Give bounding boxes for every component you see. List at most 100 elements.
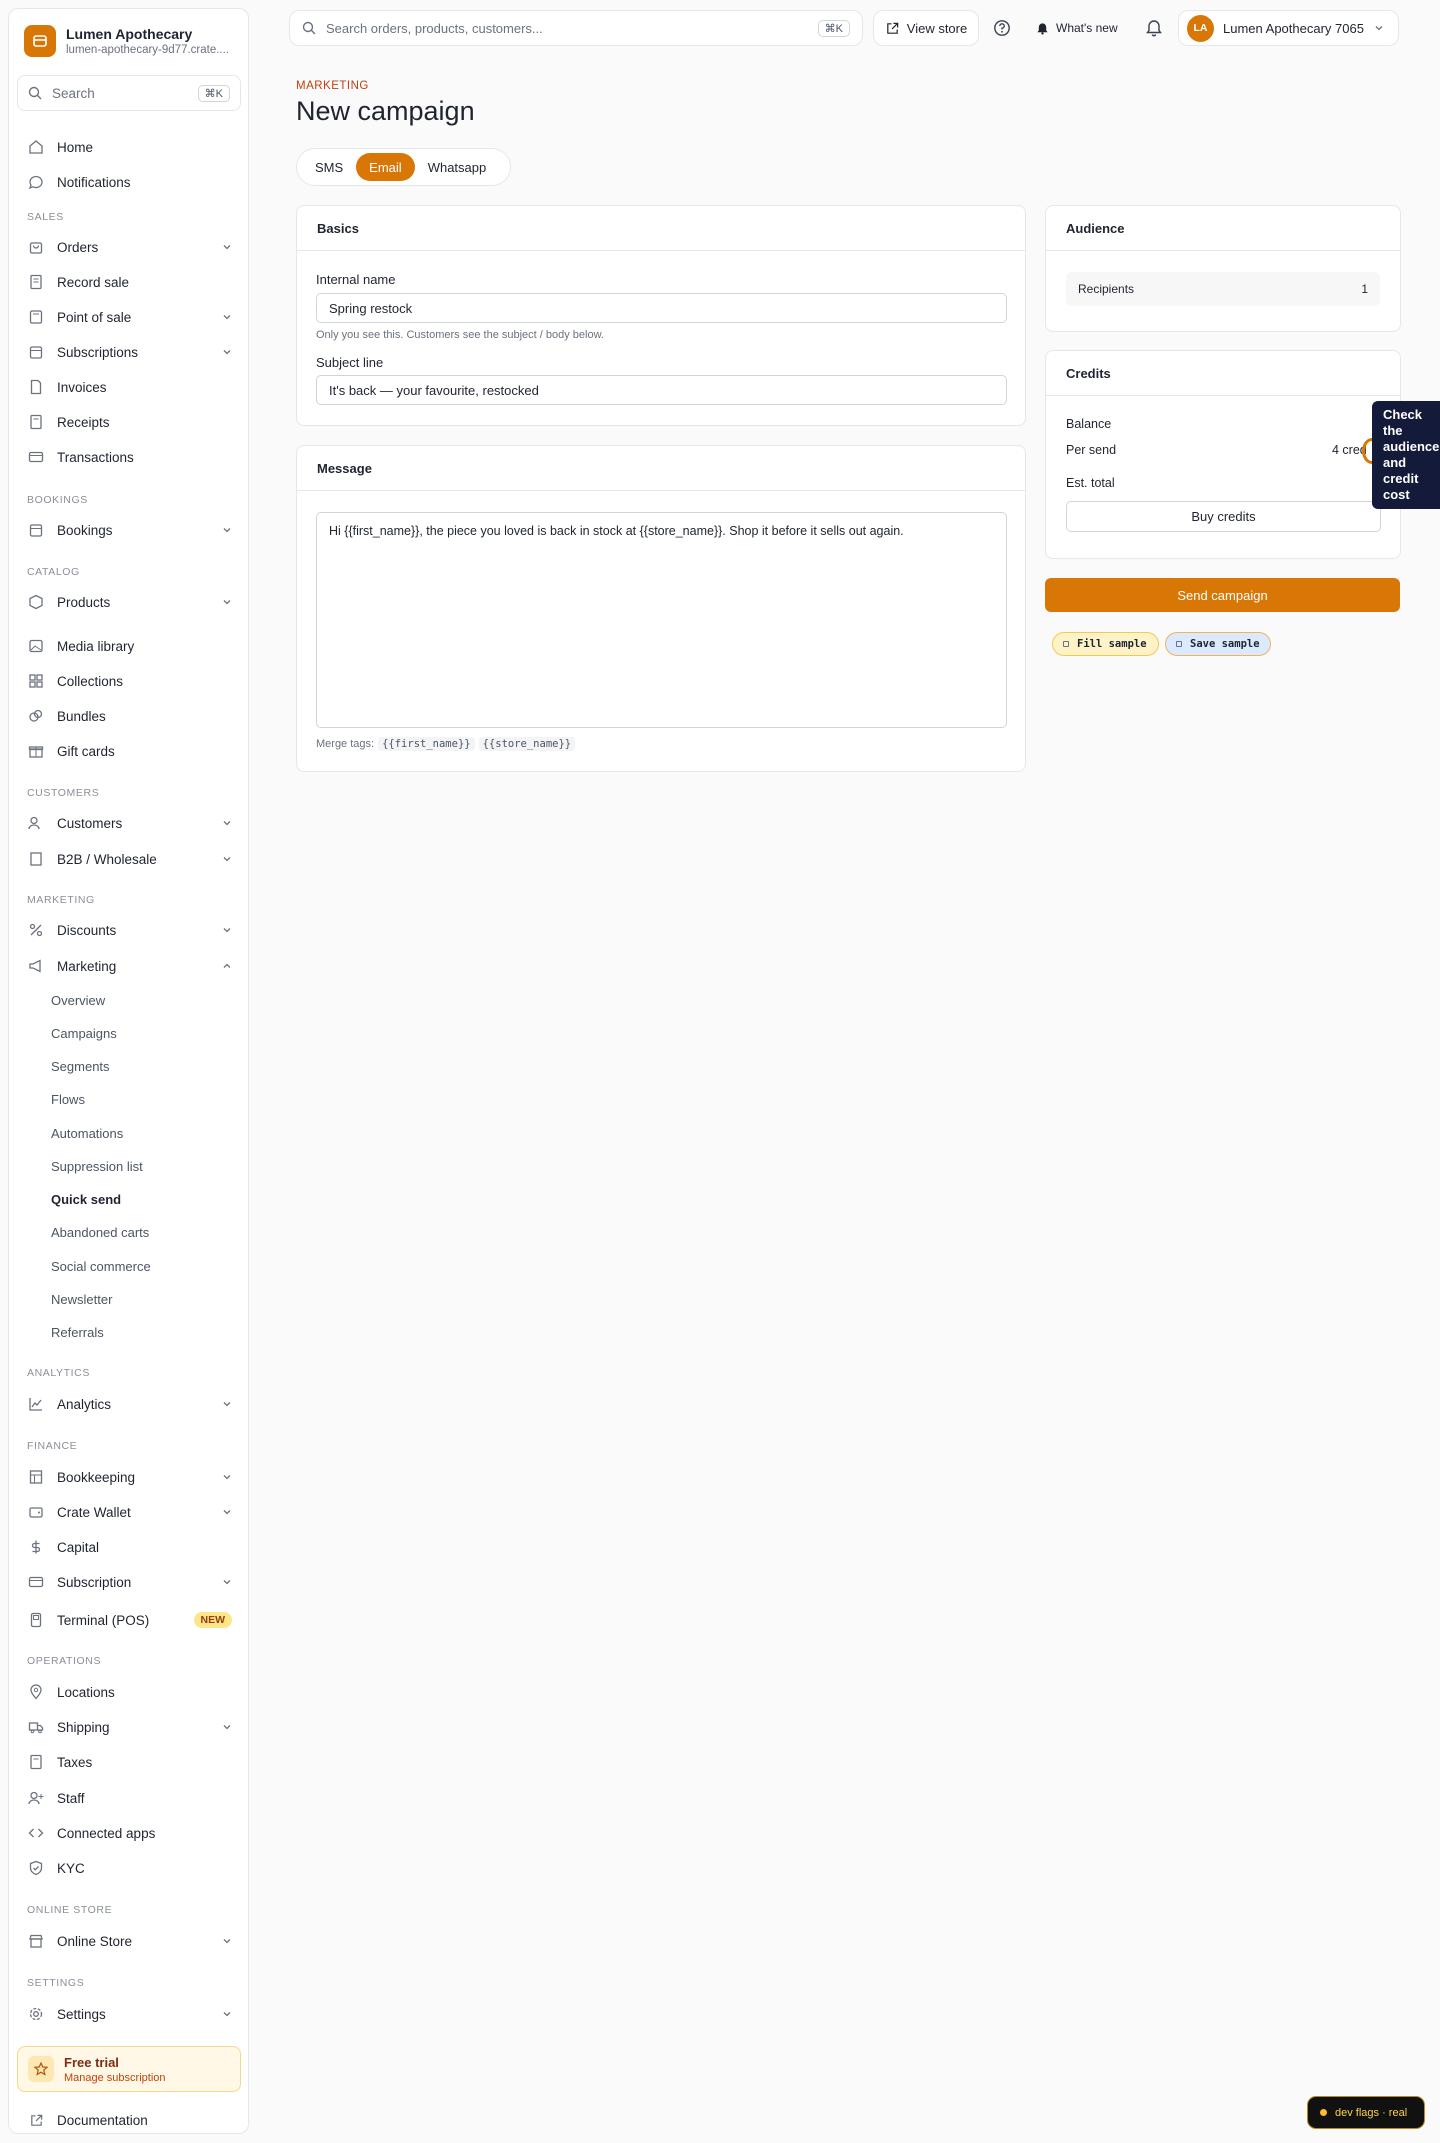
- sidebar-item-label: Terminal (POS): [57, 1612, 150, 1628]
- sidebar-item-receipts[interactable]: Receipts: [9, 406, 250, 438]
- global-search-input[interactable]: Search orders, products, customers... ⌘K: [289, 10, 863, 46]
- sidebar-subitem-campaigns[interactable]: Campaigns: [51, 1026, 117, 1041]
- balance-label: Balance: [1066, 417, 1112, 431]
- internal-name-label: Internal name: [316, 272, 396, 287]
- sidebar-item-label: B2B / Wholesale: [57, 851, 157, 867]
- sidebar-subitem-automations[interactable]: Automations: [51, 1126, 123, 1141]
- merge-tag-store-name[interactable]: {{store_name}}: [478, 737, 576, 751]
- sidebar-subitem-segments[interactable]: Segments: [51, 1059, 110, 1074]
- sidebar-item-documentation[interactable]: Documentation: [9, 2104, 250, 2136]
- sidebar-item-notifications[interactable]: Notifications: [9, 166, 250, 198]
- message-body-textarea[interactable]: Hi {{first_name}}, the piece you loved i…: [316, 512, 1007, 728]
- whats-new-button[interactable]: What's new: [1036, 10, 1118, 46]
- sidebar-item-terminal-pos[interactable]: Terminal (POS) NEW: [9, 1604, 250, 1636]
- chevron-down-icon: [222, 523, 232, 538]
- credit-card-icon: [27, 448, 45, 466]
- sidebar-item-point-of-sale[interactable]: Point of sale: [9, 301, 250, 333]
- sidebar-item-bookings[interactable]: Bookings: [9, 514, 250, 546]
- fill-sample-button[interactable]: Fill sample: [1052, 632, 1159, 656]
- sidebar-item-kyc[interactable]: KYC: [9, 1852, 250, 1884]
- account-menu[interactable]: LA Lumen Apothecary 7065: [1178, 10, 1399, 46]
- chevron-down-icon: [222, 852, 232, 867]
- view-store-button[interactable]: View store: [873, 10, 979, 46]
- bell-filled-icon: [1037, 22, 1048, 35]
- sidebar-item-marketing[interactable]: Marketing: [9, 950, 250, 982]
- sidebar-item-label: Bookkeeping: [57, 1469, 136, 1485]
- tab-sms[interactable]: SMS: [302, 153, 356, 181]
- sidebar-item-shipping[interactable]: Shipping: [9, 1711, 250, 1743]
- sidebar-item-transactions[interactable]: Transactions: [9, 441, 250, 473]
- sidebar-item-media-library[interactable]: Media library: [9, 630, 250, 662]
- tab-email[interactable]: Email: [356, 153, 415, 181]
- store-name: Lumen Apothecary: [66, 26, 193, 42]
- sidebar-item-record-sale[interactable]: Record sale: [9, 266, 250, 298]
- sidebar-search[interactable]: Search ⌘K: [17, 75, 241, 111]
- sidebar-item-invoices[interactable]: Invoices: [9, 371, 250, 403]
- sidebar-item-b2b-wholesale[interactable]: B2B / Wholesale: [9, 843, 250, 875]
- merge-tag-first-name[interactable]: {{first_name}}: [378, 737, 475, 751]
- chevron-down-icon: [222, 310, 232, 325]
- sidebar-item-discounts[interactable]: Discounts: [9, 914, 250, 946]
- document-icon: [27, 378, 45, 396]
- send-campaign-button[interactable]: Send campaign: [1045, 578, 1400, 612]
- chevron-up-icon: [222, 959, 232, 974]
- sidebar-item-subscriptions[interactable]: Subscriptions: [9, 336, 250, 368]
- sidebar: Lumen Apothecary lumen-apothecary-9d77.c…: [8, 8, 249, 2134]
- register-icon: [27, 308, 45, 326]
- chevron-down-icon: [1375, 26, 1383, 31]
- sidebar-item-locations[interactable]: Locations: [9, 1676, 250, 1708]
- sidebar-item-label: Receipts: [57, 414, 110, 430]
- sidebar-item-capital[interactable]: Capital: [9, 1531, 250, 1563]
- sidebar-item-staff[interactable]: Staff: [9, 1782, 250, 1814]
- free-trial-card[interactable]: Free trial Manage subscription: [17, 2046, 241, 2092]
- sidebar-item-label: Invoices: [57, 379, 107, 395]
- sidebar-subitem-newsletter[interactable]: Newsletter: [51, 1292, 112, 1307]
- sidebar-item-collections[interactable]: Collections: [9, 665, 250, 697]
- manage-subscription-link[interactable]: Manage subscription: [64, 2072, 166, 2084]
- recipients-count: 1: [1361, 282, 1368, 296]
- page-eyebrow: MARKETING: [296, 80, 369, 92]
- gear-icon: [27, 2005, 45, 2023]
- sidebar-subitem-suppression-list[interactable]: Suppression list: [51, 1159, 143, 1174]
- sidebar-item-label: Analytics: [57, 1396, 112, 1412]
- sidebar-item-label: Home: [57, 139, 94, 155]
- dev-flags-pill[interactable]: dev flags · real: [1307, 2096, 1425, 2129]
- save-sample-button[interactable]: Save sample: [1165, 632, 1271, 656]
- sidebar-item-products[interactable]: Products: [9, 586, 250, 618]
- page-title: New campaign: [296, 96, 475, 126]
- tab-whatsapp[interactable]: Whatsapp: [415, 153, 500, 181]
- sidebar-item-settings[interactable]: Settings: [9, 1998, 250, 2030]
- help-icon[interactable]: [988, 14, 1016, 42]
- new-badge: NEW: [193, 1612, 232, 1628]
- chevron-down-icon: [222, 923, 232, 938]
- sidebar-item-label: Marketing: [57, 958, 117, 974]
- internal-name-input[interactable]: Spring restock: [316, 293, 1007, 323]
- store-switcher[interactable]: Lumen Apothecary lumen-apothecary-9d77.c…: [24, 25, 231, 57]
- sidebar-subitem-overview[interactable]: Overview: [51, 993, 105, 1008]
- sidebar-item-online-store[interactable]: Online Store: [9, 1925, 250, 1957]
- sidebar-item-customers[interactable]: Customers: [9, 807, 250, 839]
- sidebar-item-orders[interactable]: Orders: [9, 231, 250, 263]
- sidebar-item-home[interactable]: Home: [9, 131, 250, 163]
- sidebar-item-crate-wallet[interactable]: Crate Wallet: [9, 1496, 250, 1528]
- sidebar-subitem-abandoned-carts[interactable]: Abandoned carts: [51, 1225, 149, 1240]
- fill-sample-label: Fill sample: [1077, 638, 1147, 650]
- sidebar-item-connected-apps[interactable]: Connected apps: [9, 1817, 250, 1849]
- sidebar-subitem-flows[interactable]: Flows: [51, 1092, 85, 1107]
- sidebar-item-bundles[interactable]: Bundles: [9, 700, 250, 732]
- truck-icon: [27, 1718, 45, 1736]
- notifications-bell-icon[interactable]: [1140, 14, 1168, 42]
- dev-flags-label: dev flags · real: [1335, 2106, 1408, 2119]
- sidebar-item-gift-cards[interactable]: Gift cards: [9, 735, 250, 767]
- sidebar-item-analytics[interactable]: Analytics: [9, 1388, 250, 1420]
- subject-line-input[interactable]: It's back — your favourite, restocked: [316, 375, 1007, 405]
- sidebar-subitem-social-commerce[interactable]: Social commerce: [51, 1259, 151, 1274]
- buy-credits-button[interactable]: Buy credits: [1066, 501, 1381, 532]
- sidebar-item-subscription[interactable]: Subscription: [9, 1566, 250, 1598]
- basics-heading: Basics: [297, 206, 1025, 251]
- sidebar-subitem-quick-send[interactable]: Quick send: [51, 1192, 121, 1207]
- sidebar-item-bookkeeping[interactable]: Bookkeeping: [9, 1461, 250, 1493]
- sidebar-subitem-referrals[interactable]: Referrals: [51, 1325, 104, 1340]
- sidebar-item-taxes[interactable]: Taxes: [9, 1746, 250, 1778]
- sidebar-item-label: Online Store: [57, 1933, 133, 1949]
